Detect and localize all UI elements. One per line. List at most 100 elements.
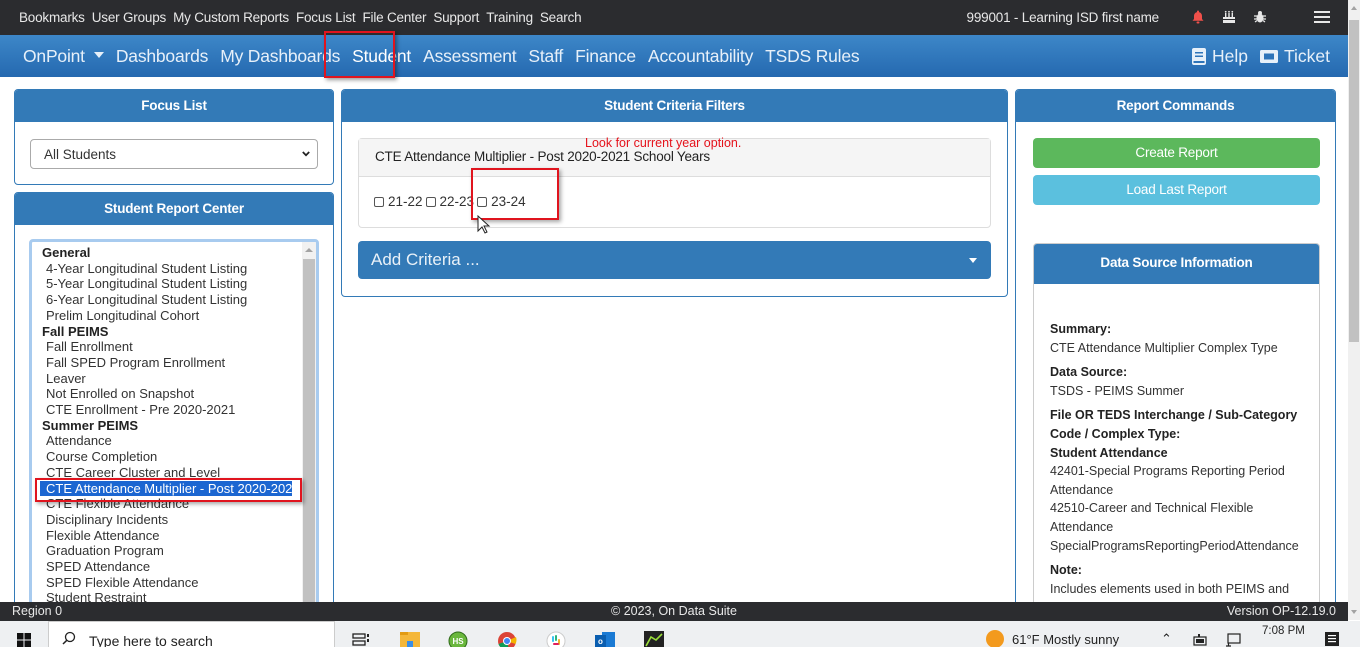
report-option[interactable]: Disciplinary Incidents [42,512,298,528]
report-option[interactable]: Fall SPED Program Enrollment [42,355,298,371]
mouse-cursor-icon [477,215,491,234]
create-report-button[interactable]: Create Report [1033,138,1320,168]
book-icon [1191,48,1206,65]
battery-icon[interactable] [1193,633,1209,647]
link-training[interactable]: Training [486,10,533,25]
bell-icon[interactable] [1190,9,1206,25]
nav-finance[interactable]: Finance [575,46,636,67]
nav-tsds-rules[interactable]: TSDS Rules [765,46,859,67]
slack-icon[interactable] [545,630,567,647]
link-user-groups[interactable]: User Groups [92,10,167,25]
data-source-value: TSDS - PEIMS Summer [1050,383,1185,398]
notifications-icon[interactable] [1325,632,1339,646]
link-support[interactable]: Support [433,10,479,25]
caret-down-icon [93,52,104,59]
annotation-note: Look for current year option. [585,136,742,150]
student-report-center-panel: Student Report Center General 4-Year Long… [14,192,334,612]
focus-list-select[interactable]: All Students [30,139,318,169]
nav-assessment[interactable]: Assessment [423,46,517,67]
nav-my-dashboards[interactable]: My Dashboards [220,46,340,67]
annotation-highlight-selected-report [35,478,302,502]
svg-text:HS: HS [452,637,464,646]
data-source-title: Data Source Information [1034,244,1319,284]
add-criteria-dropdown[interactable]: Add Criteria ... [358,241,991,279]
report-option[interactable]: Prelim Longitudinal Cohort [42,308,298,324]
report-option[interactable]: 6-Year Longitudinal Student Listing [42,292,298,308]
bug-icon[interactable] [1252,9,1268,25]
checkbox[interactable] [374,196,384,207]
link-search[interactable]: Search [540,10,582,25]
report-group-header: General [42,245,91,260]
link-bookmarks[interactable]: Bookmarks [19,10,85,25]
nav-onpoint-dropdown[interactable]: OnPoint [23,46,104,67]
report-option[interactable]: Leaver [42,371,298,387]
report-option[interactable]: 4-Year Longitudinal Student Listing [42,261,298,277]
search-icon [62,631,76,645]
windows-start-icon[interactable] [17,633,31,647]
hs-app-icon[interactable]: HS [447,630,469,647]
report-option[interactable]: Flexible Attendance [42,528,298,544]
file-line: 42510-Career and Technical Flexible [1050,501,1254,516]
nav-staff[interactable]: Staff [528,46,563,67]
nav-dashboards[interactable]: Dashboards [116,46,209,67]
note-label: Note: [1050,563,1082,578]
file-line: 42401-Special Programs Reporting Period [1050,464,1285,479]
file-line: SpecialProgramsReportingPeriodAttendance [1050,538,1299,553]
scroll-up-arrow-icon[interactable] [1351,6,1357,10]
report-option[interactable]: 5-Year Longitudinal Student Listing [42,276,298,292]
scroll-up-arrow-icon[interactable] [305,248,313,252]
system-clock[interactable]: 7:08 PM [1262,625,1305,637]
listbox-scroll-thumb[interactable] [303,259,315,611]
weather-widget[interactable]: 61°F Mostly sunny [986,630,1119,647]
footer-copyright: © 2023, On Data Suite [611,604,737,618]
year-option-22-23[interactable]: 22-23 [425,194,474,209]
report-option[interactable]: SPED Flexible Attendance [42,575,298,591]
listbox-scrollbar[interactable] [302,242,316,611]
user-district-label[interactable]: 999001 - Learning ISD first name [967,10,1160,25]
link-my-custom-reports[interactable]: My Custom Reports [173,10,289,25]
add-criteria-label: Add Criteria ... [371,250,480,269]
report-option[interactable]: Fall Enrollment [42,339,298,355]
page-scrollbar[interactable] [1348,0,1360,620]
report-option[interactable]: SPED Attendance [42,559,298,575]
ticket-link[interactable]: Ticket [1259,46,1330,67]
taskbar-search-box[interactable]: Type here to search [48,621,335,647]
help-link[interactable]: Help [1191,46,1248,67]
top-utility-bar: Bookmarks User Groups My Custom Reports … [0,0,1348,35]
file-explorer-icon[interactable] [399,630,421,647]
menu-icon[interactable] [1314,9,1330,25]
moon-icon[interactable] [1283,9,1299,25]
report-option[interactable]: Not Enrolled on Snapshot [42,386,298,402]
file-label-line-2: Code / Complex Type: [1050,426,1181,441]
link-file-center[interactable]: File Center [362,10,426,25]
nav-accountability[interactable]: Accountability [648,46,753,67]
report-option[interactable]: CTE Enrollment - Pre 2020-2021 [42,402,298,418]
checkbox[interactable] [425,196,436,207]
scroll-down-arrow-icon[interactable] [1351,610,1357,614]
file-line: Attendance [1050,519,1114,534]
load-last-report-button[interactable]: Load Last Report [1033,175,1320,205]
report-option[interactable]: Course Completion [42,449,298,465]
report-listbox[interactable]: General 4-Year Longitudinal Student Listi… [29,239,319,611]
student-criteria-filters-panel: Student Criteria Filters CTE Attendance … [341,89,1008,297]
file-label-line-1: File OR TEDS Interchange / Sub-Category [1050,408,1298,423]
task-view-icon[interactable] [351,630,373,647]
tray-chevron-up-icon[interactable]: ⌃ [1161,631,1172,647]
report-option[interactable]: Attendance [42,433,298,449]
focus-list-panel: Focus List All Students [14,89,334,185]
report-option[interactable]: Graduation Program [42,543,298,559]
year-option-21-22[interactable]: 21-22 [374,194,423,209]
birthday-cake-icon[interactable] [1221,9,1237,25]
taskbar-search-placeholder: Type here to search [89,633,213,647]
summary-value: CTE Attendance Multiplier Complex Type [1050,340,1278,355]
outlook-icon[interactable]: o [594,630,616,647]
chevron-down-icon [302,151,310,157]
terminal-app-icon[interactable] [643,630,665,647]
network-icon[interactable] [1225,633,1241,647]
ticket-label: Ticket [1283,46,1330,66]
weather-partly-sunny-icon [986,630,1004,647]
link-focus-list[interactable]: Focus List [296,10,356,25]
summary-label: Summary: [1050,322,1112,336]
chrome-icon[interactable] [496,630,518,647]
page-scroll-thumb[interactable] [1349,20,1359,342]
